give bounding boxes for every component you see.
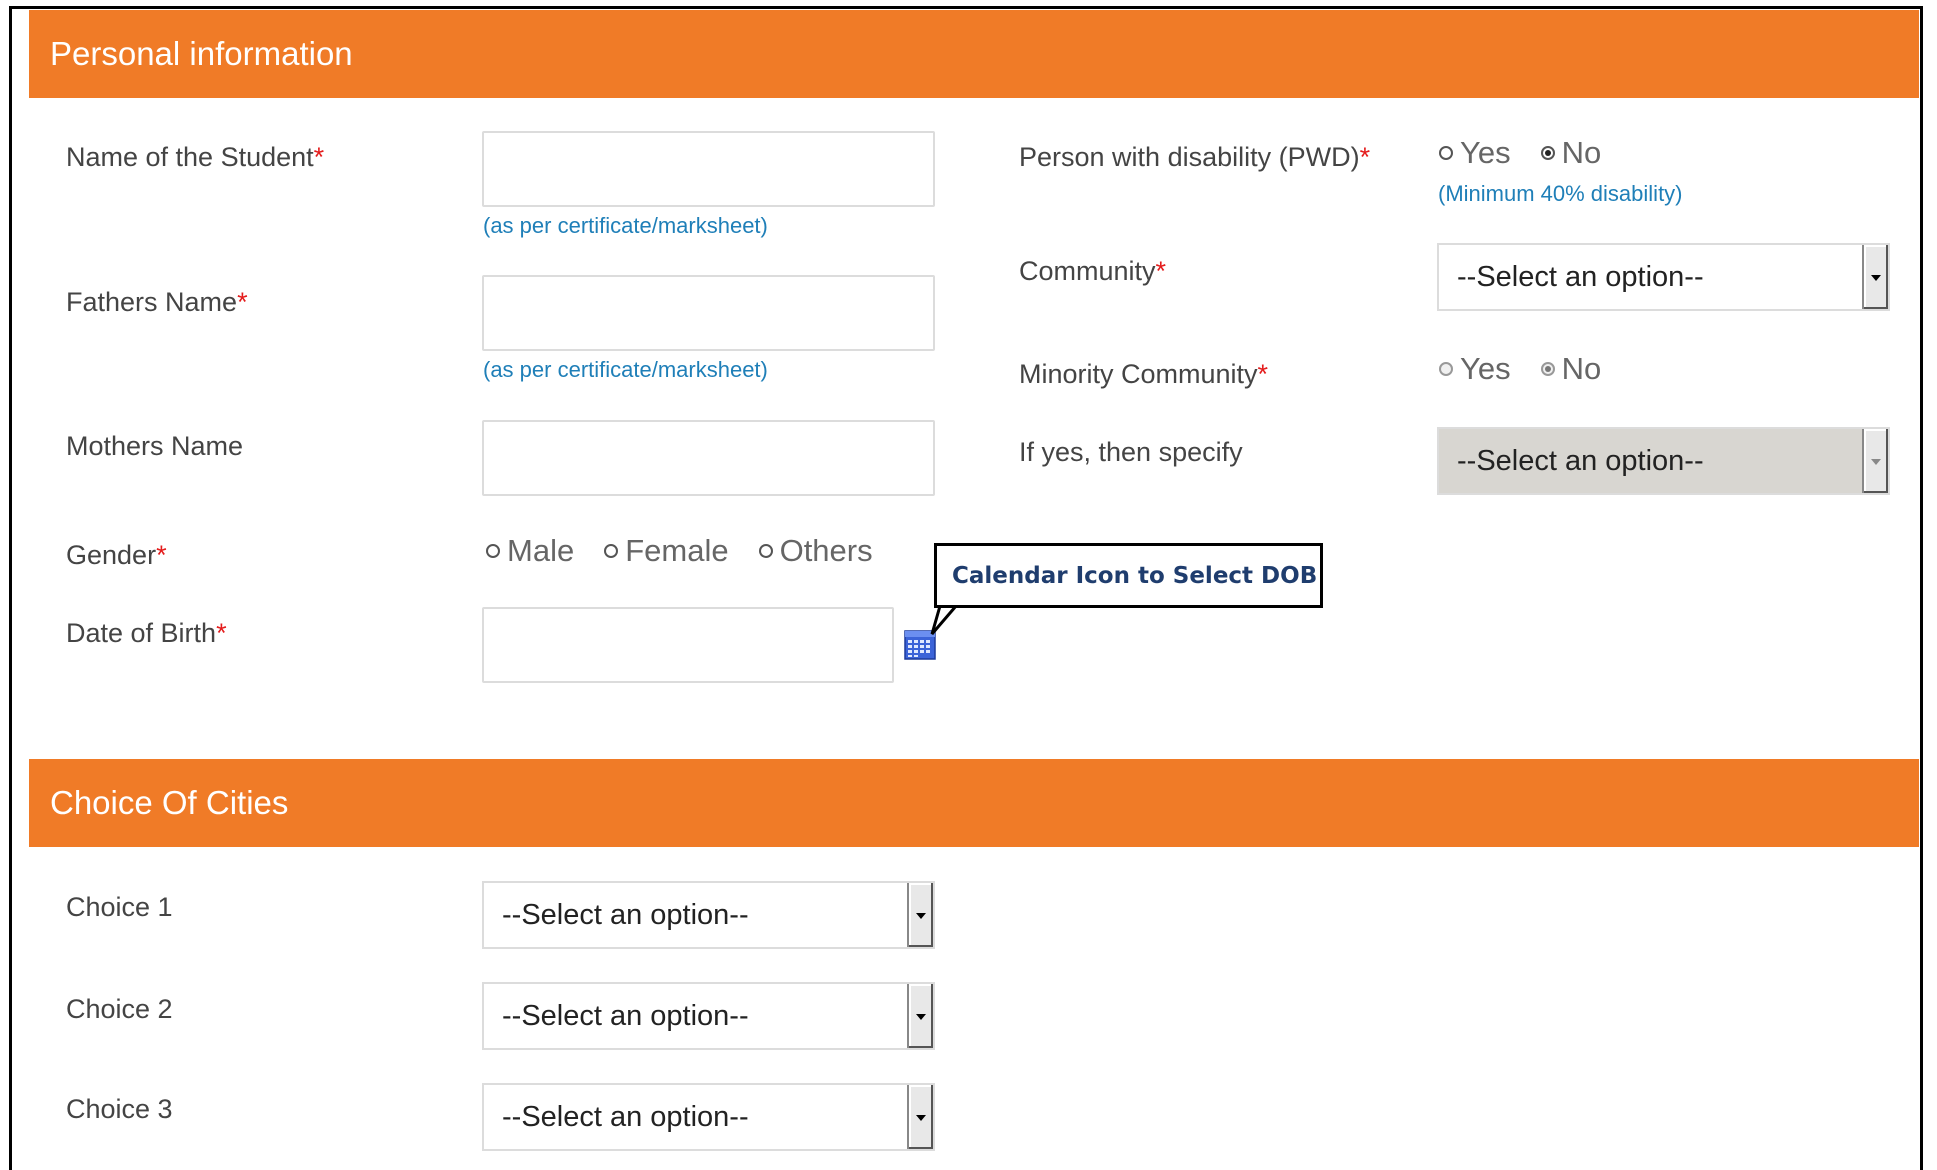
chevron-down-icon[interactable] — [907, 984, 933, 1048]
required-mark: * — [237, 287, 248, 317]
choice-2-label: Choice 2 — [66, 994, 173, 1024]
community-label: Community* — [1019, 256, 1167, 286]
choice-3-select[interactable]: --Select an option-- — [482, 1083, 935, 1151]
choice-of-cities-title: Choice Of Cities — [50, 784, 289, 821]
choice-1-select[interactable]: --Select an option-- — [482, 881, 935, 949]
father-name-label: Fathers Name* — [66, 287, 248, 317]
personal-info-header: Personal information — [29, 10, 1919, 98]
student-name-hint: (as per certificate/marksheet) — [483, 213, 768, 238]
student-name-label: Name of the Student* — [66, 142, 325, 172]
pwd-no-radio[interactable] — [1540, 146, 1555, 160]
specify-select-value: --Select an option-- — [1457, 444, 1704, 477]
mother-name-label: Mothers Name — [66, 431, 244, 461]
minority-radio-group: Yes No — [1439, 351, 1631, 387]
minority-no-radio[interactable] — [1540, 362, 1555, 376]
minority-yes-radio[interactable] — [1439, 362, 1453, 376]
pwd-label: Person with disability (PWD)* — [1019, 142, 1371, 172]
minority-option-yes[interactable]: Yes — [1439, 351, 1511, 387]
gender-female-radio[interactable] — [604, 544, 619, 558]
gender-label: Gender* — [66, 540, 167, 570]
gender-radio-group: Male Female Others — [486, 533, 903, 569]
required-mark: * — [156, 540, 167, 570]
chevron-down-icon[interactable] — [1862, 429, 1888, 493]
chevron-down-icon[interactable] — [907, 883, 933, 947]
pwd-option-no[interactable]: No — [1540, 135, 1601, 171]
gender-male-radio[interactable] — [486, 544, 500, 558]
gender-option-others[interactable]: Others — [758, 533, 873, 569]
required-mark: * — [313, 142, 325, 172]
minority-option-no[interactable]: No — [1540, 351, 1601, 387]
minority-label: Minority Community* — [1019, 359, 1269, 389]
specify-label: If yes, then specify — [1019, 437, 1243, 467]
dob-label: Date of Birth* — [66, 618, 227, 648]
gender-option-female[interactable]: Female — [604, 533, 729, 569]
choice-2-select[interactable]: --Select an option-- — [482, 982, 935, 1050]
pwd-radio-group: Yes No — [1439, 135, 1631, 171]
pwd-option-yes[interactable]: Yes — [1439, 135, 1511, 171]
dob-input[interactable] — [482, 607, 894, 683]
chevron-down-icon[interactable] — [907, 1085, 933, 1149]
calendar-callout: Calendar Icon to Select DOB — [934, 543, 1323, 608]
specify-select[interactable]: --Select an option-- — [1437, 427, 1890, 495]
personal-info-title: Personal information — [50, 35, 353, 72]
pwd-hint: (Minimum 40% disability) — [1438, 181, 1683, 206]
choice-3-label: Choice 3 — [66, 1094, 173, 1124]
father-name-hint: (as per certificate/marksheet) — [483, 357, 768, 382]
community-select-value: --Select an option-- — [1457, 260, 1704, 293]
father-name-input[interactable] — [482, 275, 935, 351]
choice-3-select-value: --Select an option-- — [502, 1100, 749, 1133]
gender-option-male[interactable]: Male — [486, 533, 574, 569]
choice-1-label: Choice 1 — [66, 892, 173, 922]
student-name-input[interactable] — [482, 131, 935, 207]
choice-1-select-value: --Select an option-- — [502, 898, 749, 931]
required-mark: * — [1257, 359, 1269, 389]
choice-of-cities-header: Choice Of Cities — [29, 759, 1919, 847]
choice-2-select-value: --Select an option-- — [502, 999, 749, 1032]
required-mark: * — [1359, 142, 1371, 172]
pwd-yes-radio[interactable] — [1439, 146, 1453, 160]
community-select[interactable]: --Select an option-- — [1437, 243, 1890, 311]
gender-others-radio[interactable] — [758, 544, 773, 558]
mother-name-input[interactable] — [482, 420, 935, 496]
required-mark: * — [216, 618, 227, 648]
required-mark: * — [1155, 256, 1167, 286]
chevron-down-icon[interactable] — [1862, 245, 1888, 309]
